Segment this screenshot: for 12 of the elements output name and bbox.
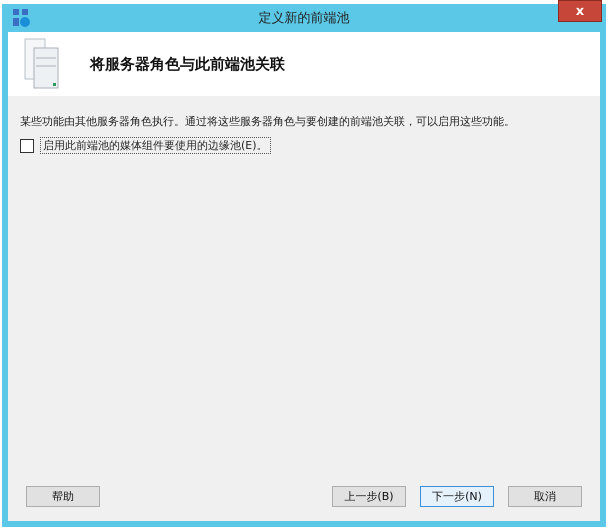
page-heading: 将服务器角色与此前端池关联 [90,54,285,74]
checkbox[interactable] [20,138,34,152]
close-button[interactable]: x [558,0,602,22]
app-icon [12,8,32,28]
wizard-button[interactable]: 取消 [508,486,582,507]
servers-icon [24,38,60,90]
help-button[interactable]: 帮助 [26,486,100,507]
wizard-button[interactable]: 上一步(B) [332,486,406,507]
window-title: 定义新的前端池 [258,10,350,27]
checkbox-label[interactable]: 启用此前端池的媒体组件要使用的边缘池(E)。 [40,137,271,154]
description-text: 某些功能由其他服务器角色执行。通过将这些服务器角色与要创建的前端池关联，可以启用这些功能。 [20,114,516,129]
wizard-button[interactable]: 下一步(N) [420,486,494,507]
